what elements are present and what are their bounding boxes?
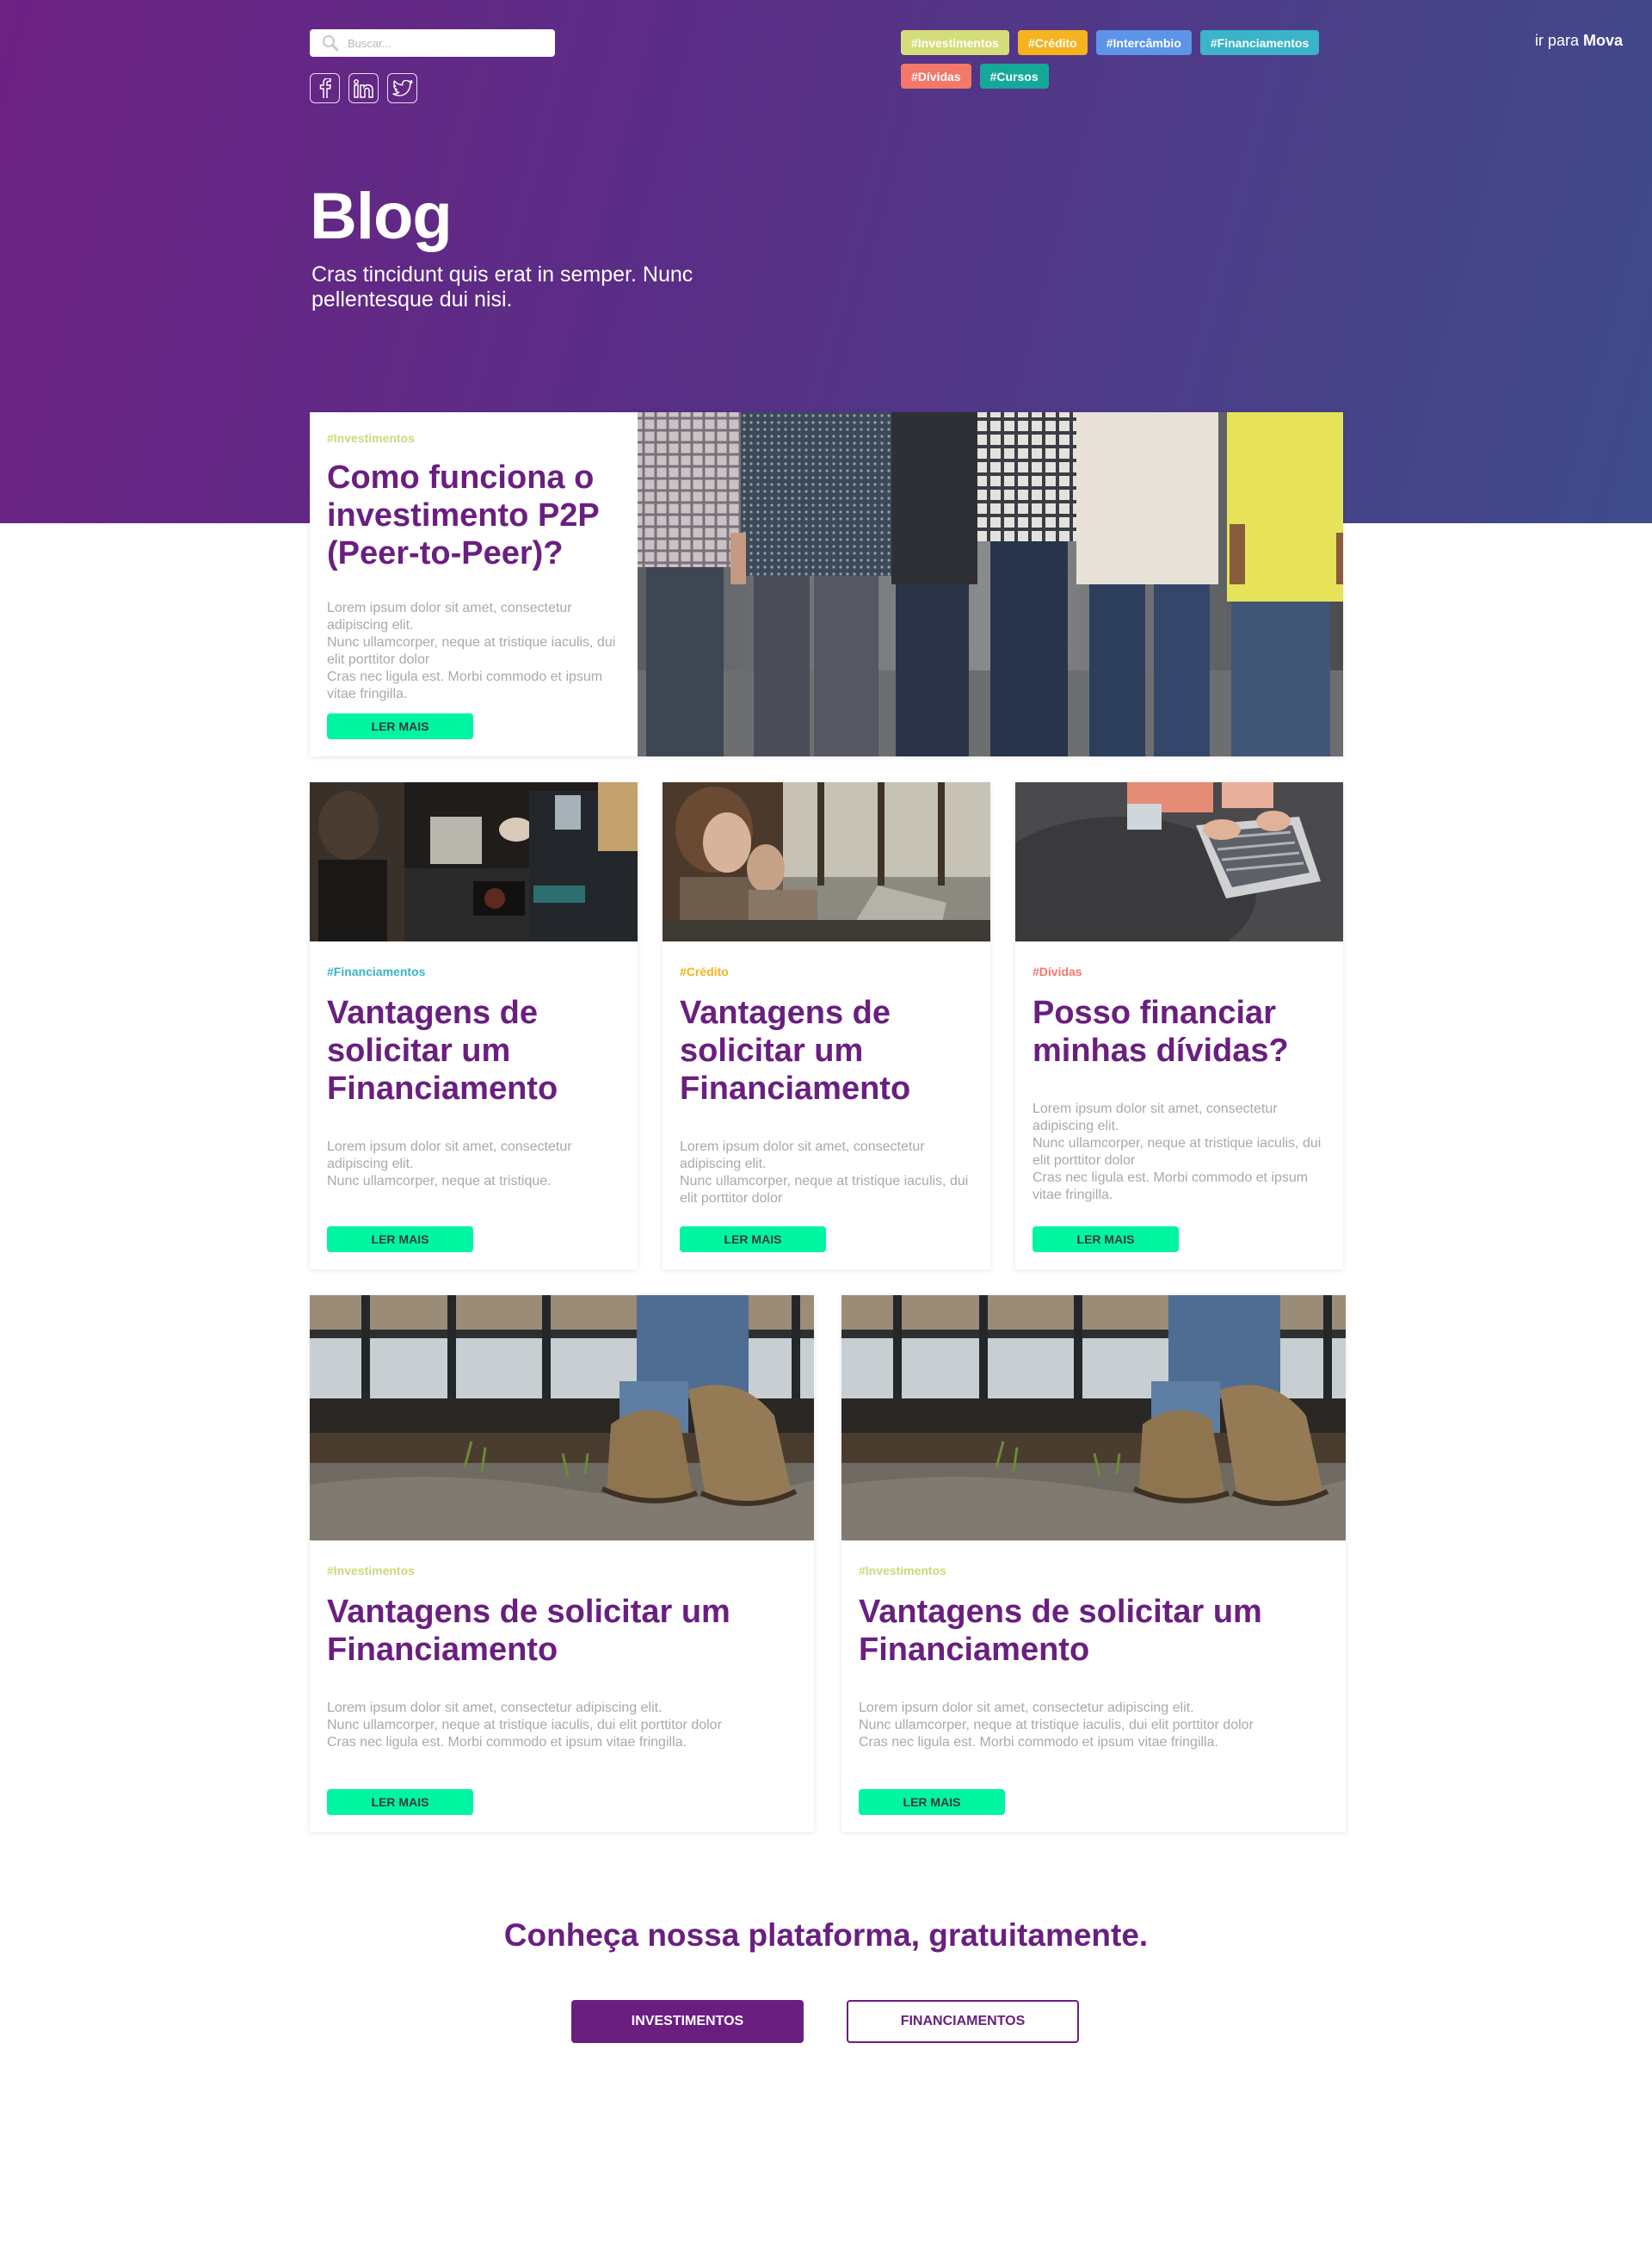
post-tag[interactable]: #Financiamentos — [327, 965, 624, 978]
post-excerpt: Lorem ipsum dolor sit amet, consectetur … — [680, 1139, 969, 1206]
search-input[interactable] — [348, 36, 537, 50]
post-image — [310, 782, 638, 941]
featured-post-tag[interactable]: #Investimentos — [327, 431, 620, 445]
featured-post-title[interactable]: Como funciona o investimento P2P (Peer-t… — [327, 459, 620, 572]
read-more-button[interactable]: LER MAIS — [859, 1789, 1005, 1815]
post-tag[interactable]: #Dívidas — [1032, 965, 1329, 978]
page-subtitle: Cras tincidunt quis erat in semper. Nunc… — [311, 262, 693, 312]
search-box[interactable] — [310, 29, 555, 57]
post-card: #Crédito Vantagens de solicitar um Finan… — [663, 782, 990, 1269]
post-excerpt: Lorem ipsum dolor sit amet, consectetur … — [1032, 1102, 1322, 1202]
read-more-button[interactable]: LER MAIS — [327, 1789, 473, 1815]
read-more-button[interactable]: LER MAIS — [1032, 1226, 1179, 1252]
facebook-icon[interactable] — [310, 73, 340, 103]
tag-intercambio[interactable]: #Intercâmbio — [1095, 30, 1192, 55]
twitter-icon[interactable] — [387, 73, 417, 103]
post-title[interactable]: Vantagens de solicitar um Financiamento — [327, 994, 624, 1108]
goto-prefix: ir para — [1534, 32, 1579, 49]
post-image — [310, 1295, 814, 1540]
category-tags: #Investimentos #Crédito #Intercâmbio #Fi… — [901, 30, 1348, 89]
tag-financiamentos[interactable]: #Financiamentos — [1199, 30, 1320, 55]
post-card: #Investimentos Vantagens de solicitar um… — [310, 1295, 814, 1832]
post-title[interactable]: Vantagens de solicitar um Financiamento — [680, 994, 977, 1108]
post-card: #Dívidas Posso financiar minhas dívidas?… — [1015, 782, 1343, 1269]
tag-credito[interactable]: #Crédito — [1017, 30, 1088, 55]
post-image — [841, 1295, 1346, 1540]
post-tag[interactable]: #Investimentos — [327, 1564, 800, 1577]
post-title[interactable]: Posso financiar minhas dívidas? — [1032, 994, 1329, 1070]
post-title[interactable]: Vantagens de solicitar um Financiamento — [859, 1593, 1332, 1669]
featured-read-more-button[interactable]: LER MAIS — [327, 713, 473, 739]
post-excerpt: Lorem ipsum dolor sit amet, consectetur … — [327, 1139, 572, 1188]
goto-mova-link[interactable]: ir para Mova — [1535, 32, 1623, 50]
featured-post-excerpt: Lorem ipsum dolor sit amet, consectetur … — [327, 601, 616, 701]
tag-cursos[interactable]: #Cursos — [979, 64, 1049, 89]
post-image — [1015, 782, 1343, 941]
search-icon — [323, 35, 339, 52]
featured-post-card: #Investimentos Como funciona o investime… — [310, 412, 1343, 756]
read-more-button[interactable]: LER MAIS — [327, 1226, 473, 1252]
post-excerpt: Lorem ipsum dolor sit amet, consectetur … — [859, 1701, 1254, 1750]
post-image — [663, 782, 990, 941]
post-tag[interactable]: #Investimentos — [859, 1564, 1332, 1577]
post-tag[interactable]: #Crédito — [680, 965, 977, 978]
cta-heading: Conheça nossa plataforma, gratuitamente. — [503, 1917, 1149, 1953]
goto-brand: Mova — [1582, 32, 1623, 49]
social-links — [310, 73, 417, 103]
page-title: Blog — [310, 180, 453, 253]
tag-investimentos[interactable]: #Investimentos — [901, 30, 1009, 55]
read-more-button[interactable]: LER MAIS — [680, 1226, 826, 1252]
post-excerpt: Lorem ipsum dolor sit amet, consectetur … — [327, 1701, 722, 1750]
investimentos-button[interactable]: INVESTIMENTOS — [571, 2000, 804, 2043]
tag-dividas[interactable]: #Dívidas — [901, 64, 971, 89]
financiamentos-button[interactable]: FINANCIAMENTOS — [847, 2000, 1079, 2043]
post-card: #Financiamentos Vantagens de solicitar u… — [310, 782, 638, 1269]
post-title[interactable]: Vantagens de solicitar um Financiamento — [327, 1593, 800, 1669]
post-card: #Investimentos Vantagens de solicitar um… — [841, 1295, 1346, 1832]
linkedin-icon[interactable] — [348, 73, 379, 103]
featured-post-image — [638, 412, 1343, 756]
